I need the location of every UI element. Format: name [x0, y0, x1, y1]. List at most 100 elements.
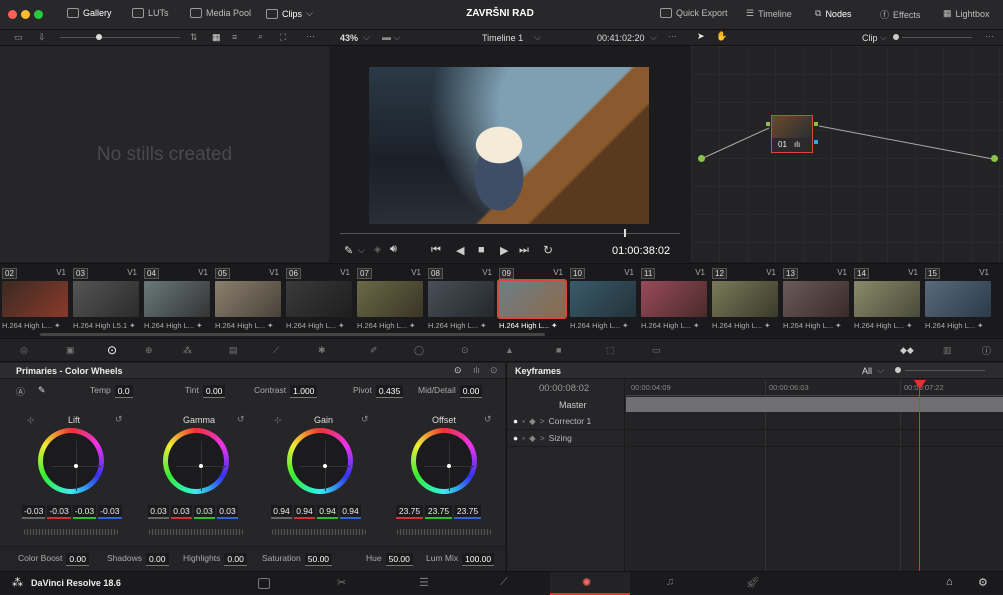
output-node-port[interactable]	[991, 155, 998, 162]
gallery-tab[interactable]: Gallery	[67, 8, 112, 18]
highlights-control[interactable]: Highlights 0.00	[183, 553, 247, 566]
dropper-icon[interactable]: ✎	[344, 244, 353, 257]
temp-value[interactable]: 0.0	[114, 385, 133, 398]
lum-mix-value[interactable]: 100.00	[462, 553, 495, 566]
effects-toggle[interactable]: ⓕ Effects	[880, 8, 920, 21]
hand-icon[interactable]: ✋	[716, 31, 727, 42]
saturation-control[interactable]: Saturation 50.00	[262, 553, 333, 566]
shadows-control[interactable]: Shadows 0.00	[107, 553, 169, 566]
clip-thumbnail[interactable]: 08 V1 H.264 High L... ✦	[426, 264, 496, 338]
gamma-master-value[interactable]: 0.03	[148, 505, 169, 519]
lift-green-value[interactable]: -0.03	[72, 505, 97, 519]
offset-red-value[interactable]: 23.75	[396, 505, 423, 519]
contrast-control[interactable]: Contrast 1.000	[254, 385, 318, 398]
curves-icon[interactable]: ⟋	[273, 345, 279, 356]
luts-tab[interactable]: LUTs	[132, 8, 169, 18]
skip-forward-icon[interactable]: ⏭	[519, 244, 529, 257]
home-icon[interactable]: ⌂	[946, 576, 953, 588]
window-minimize-button[interactable]	[21, 10, 30, 19]
video-frame[interactable]	[369, 67, 649, 224]
gamma-green-value[interactable]: 0.03	[194, 505, 215, 519]
sizing-icon[interactable]: ▭	[652, 345, 661, 356]
edit-page-icon[interactable]: ☰	[419, 576, 429, 589]
play-icon[interactable]: ▶	[500, 244, 508, 257]
keyframes-filter[interactable]: All	[862, 366, 872, 376]
more-options-icon[interactable]: ⋯	[985, 31, 994, 42]
clip-thumbnail[interactable]: 10 V1 H.264 High L... ✦	[568, 264, 638, 338]
middetail-control[interactable]: Mid/Detail 0.00	[418, 385, 483, 398]
zoom-level[interactable]: 43%	[340, 33, 358, 43]
clip-thumbnail[interactable]: 13 V1 H.264 High L... ✦	[781, 264, 851, 338]
auto-balance-icon[interactable]: Ⓐ	[16, 385, 25, 398]
fusion-page-icon[interactable]: ⟋	[500, 576, 508, 589]
clip-thumbnail[interactable]: 14 V1 H.264 High L... ✦	[852, 264, 922, 338]
clip-thumbnail[interactable]: 05 V1 H.264 High L... ✦	[213, 264, 283, 338]
color-boost-control[interactable]: Color Boost 0.00	[18, 553, 89, 566]
clip-thumbnail[interactable]: 09 V1 H.264 High L... ✦	[497, 264, 567, 338]
timeline-name[interactable]: Timeline 1	[482, 33, 523, 43]
pivot-control[interactable]: Pivot 0.435	[353, 385, 404, 398]
panel-toggle-icon[interactable]: ▭	[14, 32, 23, 43]
slider-handle[interactable]	[96, 34, 102, 40]
chevron-down-icon[interactable]: ⌵	[877, 365, 884, 376]
gain-blue-value[interactable]: 0.94	[340, 505, 361, 519]
corrector-node-01[interactable]: 01 ılı	[771, 115, 813, 153]
playhead-marker[interactable]	[624, 229, 626, 237]
corrector-1-track[interactable]: ● ▪ ◆ > Corrector 1	[507, 413, 625, 430]
key-icon[interactable]: ⬚	[606, 345, 615, 356]
color-match-icon[interactable]: ▣	[66, 345, 75, 356]
node-input-port[interactable]	[766, 122, 770, 126]
hdr-wheels-icon[interactable]: ⊕	[145, 345, 153, 356]
reset-icon[interactable]: ↺	[484, 414, 492, 425]
window-close-button[interactable]	[8, 10, 17, 19]
node-key-port[interactable]	[814, 140, 818, 144]
lift-master-value[interactable]: -0.03	[22, 505, 46, 519]
pivot-value[interactable]: 0.435	[375, 385, 404, 398]
media-pool-tab[interactable]: Media Pool	[190, 8, 251, 18]
skip-back-icon[interactable]: ⏮	[431, 244, 441, 257]
clip-thumbnail[interactable]: 11 V1 H.264 High L... ✦	[639, 264, 709, 338]
keyframes-ruler[interactable]	[626, 380, 1003, 396]
contrast-value[interactable]: 1.000	[290, 385, 318, 398]
lift-red-value[interactable]: -0.03	[47, 505, 71, 519]
grid-view-icon[interactable]: ▦	[212, 32, 221, 43]
node-output-port[interactable]	[814, 122, 818, 126]
lightbox-toggle[interactable]: ▦ Lightbox	[943, 8, 990, 19]
lift-master-jog[interactable]	[24, 529, 118, 535]
lift-blue-value[interactable]: -0.03	[98, 505, 122, 519]
saturation-value[interactable]: 50.00	[304, 553, 333, 566]
more-options-icon[interactable]: ⋯	[668, 31, 677, 42]
keyframes-zoom-slider[interactable]	[905, 370, 985, 371]
picker-icon[interactable]: ✎	[38, 385, 46, 396]
keyframes-zoom-handle[interactable]	[895, 367, 901, 373]
stop-icon[interactable]: ■	[478, 244, 485, 256]
window-zoom-button[interactable]	[34, 10, 43, 19]
nodes-toggle[interactable]: ⧉ Nodes	[815, 8, 851, 19]
gain-master-value[interactable]: 0.94	[271, 505, 292, 519]
gain-wheel[interactable]	[287, 428, 353, 494]
offset-blue-value[interactable]: 23.75	[454, 505, 481, 519]
gain-master-jog[interactable]	[272, 529, 366, 535]
loop-icon[interactable]: ↻	[543, 243, 553, 257]
hue-control[interactable]: Hue 50.00	[366, 553, 413, 566]
hue-value[interactable]: 50.00	[385, 553, 413, 566]
clip-thumbnail[interactable]: 07 V1 H.264 High L... ✦	[355, 264, 425, 338]
chevron-down-icon[interactable]: ⌵	[534, 32, 541, 43]
settings-gear-icon[interactable]: ⚙	[978, 576, 988, 589]
chevron-down-icon[interactable]: ⌵	[880, 32, 887, 43]
pointer-icon[interactable]: ➤	[697, 31, 705, 42]
node-zoom-slider[interactable]	[902, 37, 972, 38]
search-icon[interactable]: ⌕	[258, 31, 263, 42]
clip-thumbnail[interactable]: 12 V1 H.264 High L... ✦	[710, 264, 780, 338]
clips-tab[interactable]: Clips ⌵	[266, 8, 313, 19]
master-keyframe-bar[interactable]	[626, 397, 1003, 412]
node-zoom-handle[interactable]	[893, 34, 899, 40]
gamma-wheel[interactable]	[163, 428, 229, 494]
chevron-down-icon[interactable]: ⌵	[358, 245, 365, 256]
clip-strip-scrollbar[interactable]	[40, 333, 545, 336]
timeline-toggle[interactable]: ☰ Timeline	[746, 8, 792, 19]
scrubber-bar[interactable]	[340, 233, 680, 234]
chevron-down-icon[interactable]: ⌵	[650, 32, 657, 43]
wheels-mode-icon[interactable]: ⊙	[454, 365, 462, 376]
info-icon[interactable]: ⓘ	[982, 344, 991, 357]
